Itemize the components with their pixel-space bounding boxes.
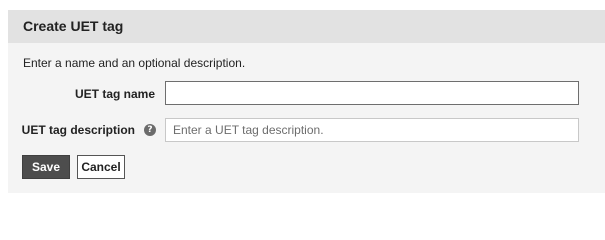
uet-tag-description-label: UET tag description xyxy=(21,123,135,137)
panel-header: Create UET tag xyxy=(8,10,605,43)
intro-text: Enter a name and an optional description… xyxy=(23,56,246,70)
save-button[interactable]: Save xyxy=(22,155,70,179)
panel-title: Create UET tag xyxy=(23,18,124,34)
uet-tag-description-input[interactable] xyxy=(165,118,579,142)
uet-tag-name-label: UET tag name xyxy=(74,87,155,101)
create-uet-tag-panel: Create UET tag Enter a name and an optio… xyxy=(8,10,605,193)
uet-tag-name-input[interactable] xyxy=(165,81,579,105)
cancel-button[interactable]: Cancel xyxy=(77,155,125,179)
help-icon[interactable]: ? xyxy=(144,124,156,136)
